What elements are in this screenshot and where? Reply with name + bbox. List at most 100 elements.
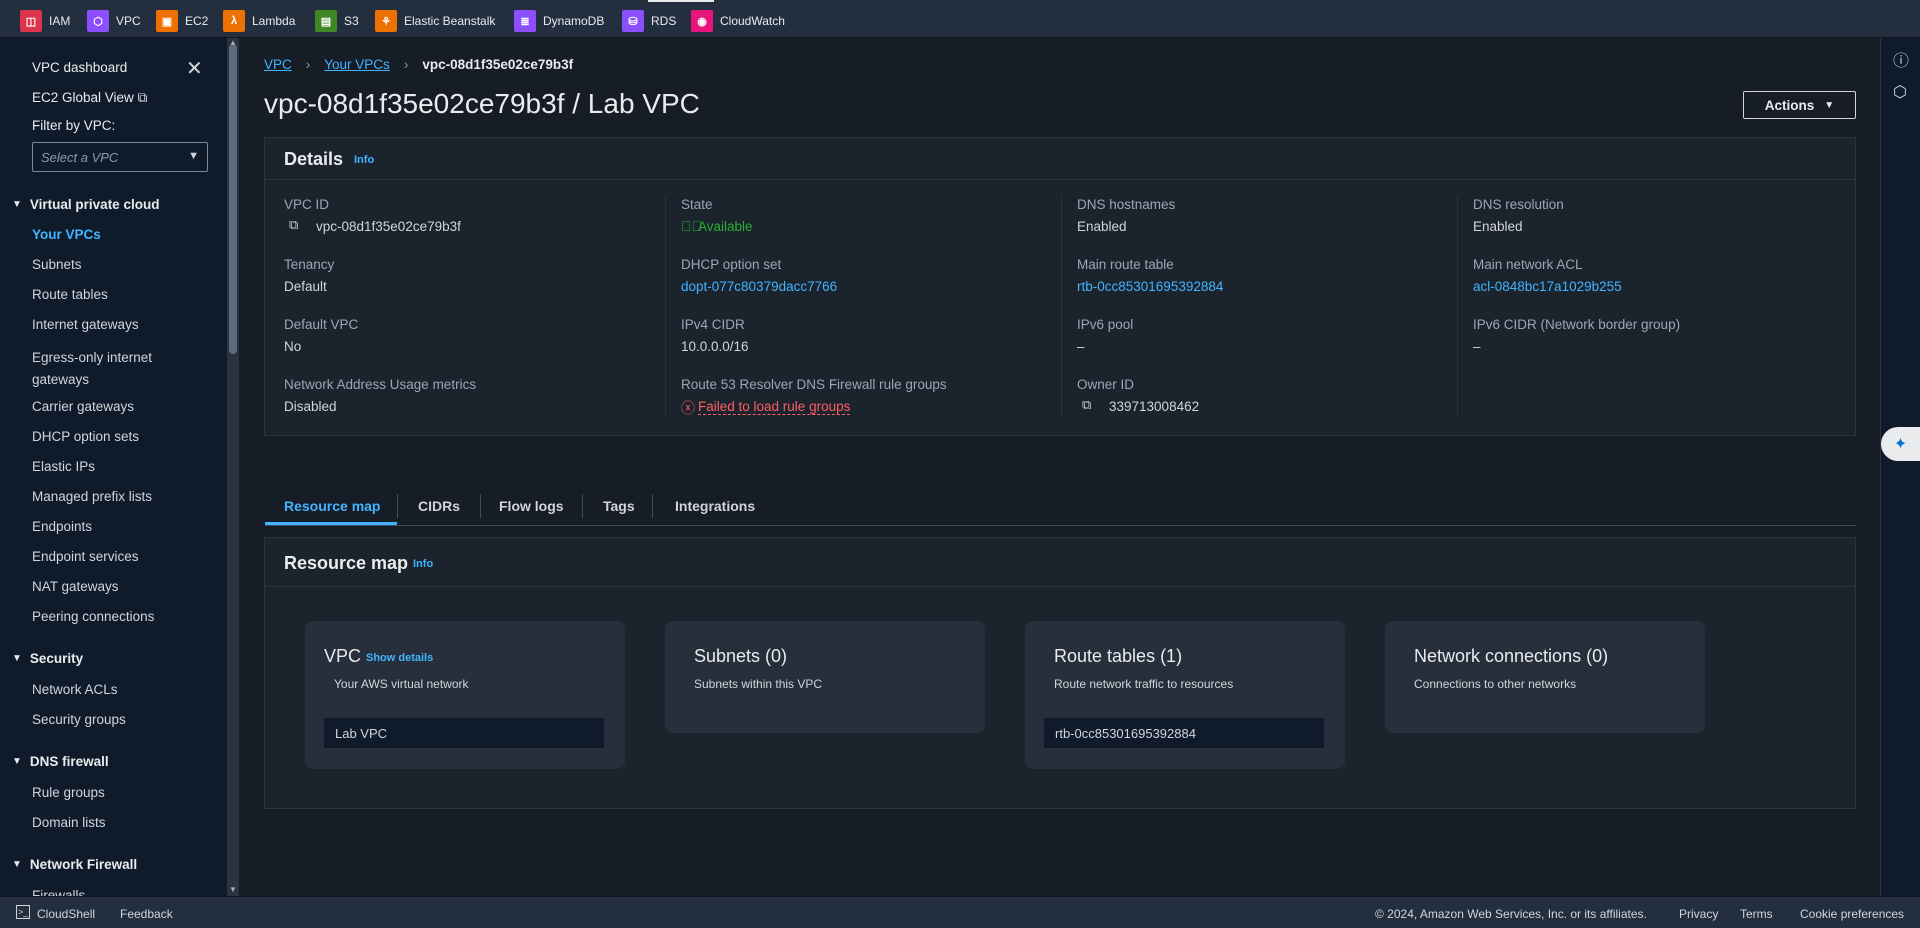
sidebar-item-egress-only-internet-gateways[interactable]: Egress-only internet gateways xyxy=(32,347,192,391)
sidebar-item-rule-groups[interactable]: Rule groups xyxy=(32,785,105,800)
favorite-label: CloudWatch xyxy=(720,14,785,28)
iam-icon: ◫ xyxy=(20,10,42,32)
sidebar-item-security-groups[interactable]: Security groups xyxy=(32,712,126,727)
vpc-filter-select[interactable]: Select a VPC ▼ xyxy=(32,142,208,172)
terms-link[interactable]: Terms xyxy=(1740,907,1773,921)
tab-divider xyxy=(652,494,653,518)
main-route-table-link[interactable]: rtb-0cc85301695392884 xyxy=(1077,279,1223,294)
favorite-label: VPC xyxy=(116,14,141,28)
favorite-s3[interactable]: ▤ S3 xyxy=(315,10,359,32)
network-connections-card: Network connections (0) Connections to o… xyxy=(1385,621,1705,733)
sidebar-item-subnets[interactable]: Subnets xyxy=(32,257,82,272)
lambda-icon: λ xyxy=(223,10,245,32)
sidebar-item-dhcp-option-sets[interactable]: DHCP option sets xyxy=(32,429,139,444)
favorite-label: Elastic Beanstalk xyxy=(404,14,496,28)
ipv6-cidr-value: – xyxy=(1473,339,1481,354)
sidebar-vpc-dashboard[interactable]: VPC dashboard xyxy=(32,60,127,75)
scroll-up-icon[interactable]: ▲ xyxy=(227,38,239,48)
dhcp-link[interactable]: dopt-077c80379dacc7766 xyxy=(681,279,837,294)
favorite-dynamodb[interactable]: ≣ DynamoDB xyxy=(514,10,604,32)
caret-down-icon: ▼ xyxy=(1824,99,1835,111)
column-divider xyxy=(665,196,666,416)
feedback-link[interactable]: Feedback xyxy=(120,907,173,921)
breadcrumb-your-vpcs[interactable]: Your VPCs xyxy=(324,57,390,72)
dynamodb-icon: ≣ xyxy=(514,10,536,32)
route-table-item[interactable]: rtb-0cc85301695392884 xyxy=(1044,718,1324,748)
tab-divider xyxy=(397,494,398,518)
vpc-item[interactable]: Lab VPC xyxy=(324,718,604,748)
favorite-cloudwatch[interactable]: ◉ CloudWatch xyxy=(691,10,785,32)
favorite-label: EC2 xyxy=(185,14,209,28)
route53-error-value[interactable]: Failed to load rule groups xyxy=(698,399,851,415)
sidebar-item-domain-lists[interactable]: Domain lists xyxy=(32,815,106,830)
amazon-q-button[interactable]: ✦ xyxy=(1881,427,1920,461)
vpc-id-value: vpc-08d1f35e02ce79b3f xyxy=(316,219,461,234)
sidebar-item-nat-gateways[interactable]: NAT gateways xyxy=(32,579,119,594)
favorite-label: IAM xyxy=(49,14,71,28)
section-network-firewall[interactable]: ▼ Network Firewall xyxy=(12,857,137,872)
tab-cidrs[interactable]: CIDRs xyxy=(418,498,460,514)
info-icon[interactable]: ⓘ xyxy=(1893,47,1909,71)
sidebar-item-network-acls[interactable]: Network ACLs xyxy=(32,682,118,697)
tab-tags[interactable]: Tags xyxy=(603,498,635,514)
show-details-link[interactable]: Show details xyxy=(366,652,433,664)
cloudshell-link[interactable]: CloudShell xyxy=(37,907,95,921)
details-info-link[interactable]: Info xyxy=(354,154,374,166)
sidebar-item-peering-connections[interactable]: Peering connections xyxy=(32,609,154,624)
route-table-item-label: rtb-0cc85301695392884 xyxy=(1055,726,1196,741)
copy-icon[interactable]: ⧉ xyxy=(289,217,298,233)
section-dns-firewall[interactable]: ▼ DNS firewall xyxy=(12,754,109,769)
tenancy-label: Tenancy xyxy=(284,257,335,272)
sidebar-item-managed-prefix-lists[interactable]: Managed prefix lists xyxy=(32,489,152,504)
favorite-lambda[interactable]: λ Lambda xyxy=(223,10,295,32)
state-value: Available xyxy=(698,219,753,234)
sidebar-ec2-global-view[interactable]: EC2 Global View ⧉ xyxy=(32,90,147,106)
tab-resource-map[interactable]: Resource map xyxy=(284,498,380,514)
favorite-iam[interactable]: ◫ IAM xyxy=(20,10,70,32)
favorite-vpc[interactable]: ⬡ VPC xyxy=(87,10,141,32)
cookie-preferences-link[interactable]: Cookie preferences xyxy=(1800,907,1904,921)
vpc-card-description: Your AWS virtual network xyxy=(334,677,469,691)
sidebar-item-carrier-gateways[interactable]: Carrier gateways xyxy=(32,399,134,414)
section-title: Virtual private cloud xyxy=(29,197,160,212)
section-virtual-private-cloud[interactable]: ▼ Virtual private cloud xyxy=(12,197,159,212)
actions-button[interactable]: Actions ▼ xyxy=(1743,91,1856,119)
sidebar-item-internet-gateways[interactable]: Internet gateways xyxy=(32,317,139,332)
sidebar-item-your-vpcs[interactable]: Your VPCs xyxy=(32,227,101,242)
privacy-link[interactable]: Privacy xyxy=(1679,907,1718,921)
favorite-ec2[interactable]: ▣ EC2 xyxy=(156,10,208,32)
favorite-label: S3 xyxy=(344,14,359,28)
favorite-elastic-beanstalk[interactable]: ⚘ Elastic Beanstalk xyxy=(375,10,495,32)
caret-down-icon: ▼ xyxy=(12,653,22,664)
main-acl-link[interactable]: acl-0848bc17a1029b255 xyxy=(1473,279,1622,294)
sidebar-item-endpoint-services[interactable]: Endpoint services xyxy=(32,549,139,564)
settings-hexagon-icon[interactable]: ⬡ xyxy=(1893,82,1907,102)
route-tables-card: Route tables (1) Route network traffic t… xyxy=(1025,621,1345,769)
caret-down-icon: ▼ xyxy=(12,756,22,767)
cloudshell-icon: >_ xyxy=(16,905,30,919)
vpc-filter-placeholder: Select a VPC xyxy=(41,150,119,165)
close-icon[interactable]: ✕ xyxy=(186,56,203,81)
sidebar-scrollbar-thumb[interactable] xyxy=(229,44,237,354)
sidebar-item-firewalls[interactable]: Firewalls xyxy=(32,888,85,896)
sidebar-item-route-tables[interactable]: Route tables xyxy=(32,287,108,302)
owner-id-label: Owner ID xyxy=(1077,377,1135,392)
scroll-down-icon[interactable]: ▼ xyxy=(227,885,239,895)
tab-flow-logs[interactable]: Flow logs xyxy=(499,498,564,514)
error-icon: ⓧ xyxy=(681,400,695,416)
chevron-right-icon: › xyxy=(305,57,311,72)
breadcrumb-vpc[interactable]: VPC xyxy=(264,57,292,72)
resource-map-heading: Resource map xyxy=(284,553,409,573)
sidebar-item-endpoints[interactable]: Endpoints xyxy=(32,519,92,534)
subnets-card-title: Subnets (0) xyxy=(694,646,788,666)
owner-id-value: 339713008462 xyxy=(1109,399,1200,414)
favorite-rds[interactable]: ⛁ RDS xyxy=(622,10,676,32)
resource-map-info-link[interactable]: Info xyxy=(413,558,433,570)
amazon-q-icon: ✦ xyxy=(1893,436,1908,453)
tab-integrations[interactable]: Integrations xyxy=(675,498,755,514)
vpc-card-title: VPC xyxy=(324,646,362,666)
sidebar-item-elastic-ips[interactable]: Elastic IPs xyxy=(32,459,95,474)
copy-icon[interactable]: ⧉ xyxy=(1082,397,1091,413)
ipv6-cidr-label: IPv6 CIDR (Network border group) xyxy=(1473,317,1681,332)
section-security[interactable]: ▼ Security xyxy=(12,651,83,666)
